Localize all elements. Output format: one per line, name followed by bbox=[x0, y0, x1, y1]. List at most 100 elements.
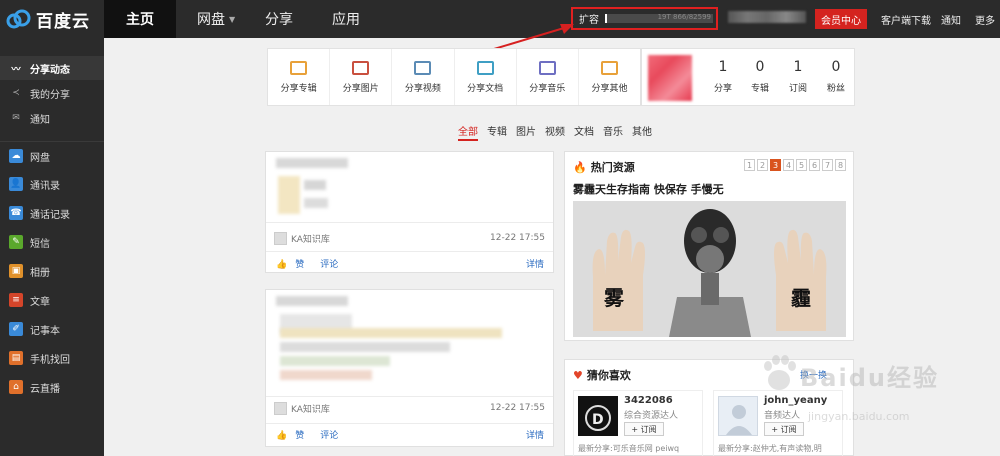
sidebar-item-activity[interactable]: 〰 分享动态 bbox=[0, 56, 104, 80]
svg-text:D: D bbox=[592, 412, 604, 428]
detail-link[interactable]: 详情 bbox=[526, 257, 544, 270]
share-music-button[interactable]: 分享音乐 bbox=[517, 49, 579, 105]
sidebar-item-label: 手机找回 bbox=[30, 354, 70, 366]
blurred-title bbox=[276, 296, 348, 306]
chevron-down-icon: ▼ bbox=[229, 14, 236, 24]
tab-other[interactable]: 其他 bbox=[632, 123, 652, 141]
sidebar-item-contacts[interactable]: 👤 通讯录 bbox=[0, 172, 104, 196]
share-type-label: 分享其他 bbox=[591, 83, 628, 94]
sms-icon: ✎ bbox=[9, 235, 23, 249]
stat-label: 分享 bbox=[713, 84, 732, 94]
hot-headline[interactable]: 雾霾天生存指南 快保存 手慢无 bbox=[573, 181, 724, 197]
filter-tabs: 全部 专辑 图片 视频 文档 音乐 其他 bbox=[458, 123, 661, 141]
stat-shares[interactable]: 1 分享 bbox=[704, 59, 742, 94]
rec-name[interactable]: 3422086 bbox=[624, 395, 673, 406]
share-other-button[interactable]: 分享其他 bbox=[579, 49, 640, 105]
stat-label: 粉丝 bbox=[826, 84, 845, 94]
sidebar-item-photos[interactable]: ▣ 相册 bbox=[0, 259, 104, 283]
nav-apps[interactable]: 应用 bbox=[332, 0, 360, 38]
share-document-button[interactable]: 分享文档 bbox=[455, 49, 517, 105]
notify-link[interactable]: 通知 bbox=[941, 0, 961, 38]
card-author[interactable]: KA知识库 bbox=[274, 231, 330, 245]
tab-document[interactable]: 文档 bbox=[574, 123, 594, 141]
logo[interactable]: 百度云 bbox=[6, 6, 90, 32]
share-type-label: 分享图片 bbox=[342, 83, 379, 94]
quota-expand[interactable]: 扩容 19T 866/82599 bbox=[571, 7, 718, 30]
sidebar-item-netdisk[interactable]: ☁ 网盘 bbox=[0, 144, 104, 168]
tab-music[interactable]: 音乐 bbox=[603, 123, 623, 141]
share-type-label: 分享文档 bbox=[467, 83, 504, 94]
guess-title: 猜你喜欢 bbox=[586, 369, 631, 382]
blurred-text bbox=[280, 342, 450, 352]
share-album-button[interactable]: 分享专辑 bbox=[268, 49, 331, 105]
blurred-title bbox=[276, 158, 348, 168]
page-button[interactable]: 7 bbox=[822, 159, 833, 171]
tab-all[interactable]: 全部 bbox=[458, 123, 478, 141]
comment-button[interactable]: 评论 bbox=[320, 257, 338, 270]
like-label: 赞 bbox=[295, 260, 305, 270]
recommend-card[interactable]: D 3422086 综合资源达人 + 订阅 最新分享:可乐音乐网 peiwq bbox=[573, 390, 703, 456]
share-type-label: 分享音乐 bbox=[529, 83, 566, 94]
page-button[interactable]: 5 bbox=[796, 159, 807, 171]
sidebar-item-my-share[interactable]: ≺ 我的分享 bbox=[0, 81, 104, 105]
page-button[interactable]: 8 bbox=[835, 159, 846, 171]
hot-pager: 1 2 3 4 5 6 7 8 bbox=[742, 159, 846, 171]
picture-icon bbox=[352, 60, 370, 75]
live-icon: ⌂ bbox=[9, 380, 23, 394]
tab-video[interactable]: 视频 bbox=[545, 123, 565, 141]
sidebar-item-calls[interactable]: ☎ 通话记录 bbox=[0, 201, 104, 225]
username-blurred[interactable] bbox=[728, 11, 806, 23]
sidebar-item-sms[interactable]: ✎ 短信 bbox=[0, 230, 104, 254]
stat-albums[interactable]: 0 专辑 bbox=[741, 59, 779, 94]
stat-subscriptions[interactable]: 1 订阅 bbox=[779, 59, 817, 94]
sidebar-item-live[interactable]: ⌂ 云直播 bbox=[0, 375, 104, 399]
sidebar-item-label: 短信 bbox=[30, 238, 50, 250]
nav-share[interactable]: 分享 bbox=[265, 0, 293, 38]
more-link[interactable]: 更多 bbox=[975, 0, 995, 38]
like-button[interactable]: 👍 赞 bbox=[276, 257, 312, 270]
card-actions: 👍 赞 评论 bbox=[276, 257, 346, 270]
subscribe-button[interactable]: + 订阅 bbox=[624, 422, 664, 436]
stat-fans[interactable]: 0 粉丝 bbox=[817, 59, 855, 94]
stat-label: 订阅 bbox=[788, 84, 807, 94]
nav-netdisk[interactable]: 网盘 ▼ bbox=[197, 0, 235, 38]
tab-album[interactable]: 专辑 bbox=[487, 123, 507, 141]
sidebar-item-notify[interactable]: ✉ 通知 bbox=[0, 106, 104, 130]
card-author[interactable]: KA知识库 bbox=[274, 401, 330, 415]
page-button[interactable]: 6 bbox=[809, 159, 820, 171]
avatar[interactable] bbox=[648, 55, 692, 101]
rec-thumb bbox=[718, 396, 758, 436]
share-video-button[interactable]: 分享视频 bbox=[392, 49, 455, 105]
page-button[interactable]: 4 bbox=[783, 159, 794, 171]
detail-link[interactable]: 详情 bbox=[526, 428, 544, 441]
stat-value: 0 bbox=[755, 59, 765, 75]
nav-home[interactable]: 主页 bbox=[104, 0, 176, 38]
panel-title: 🔥 热门资源 bbox=[573, 159, 635, 175]
sidebar-item-articles[interactable]: ≡ 文章 bbox=[0, 288, 104, 312]
card-divider bbox=[266, 396, 553, 397]
sidebar-item-find-phone[interactable]: ▤ 手机找回 bbox=[0, 346, 104, 370]
share-picture-button[interactable]: 分享图片 bbox=[330, 49, 393, 105]
blurred-text bbox=[280, 328, 502, 338]
comment-button[interactable]: 评论 bbox=[320, 428, 338, 441]
sidebar-divider bbox=[0, 141, 104, 142]
like-button[interactable]: 👍 赞 bbox=[276, 428, 312, 441]
vip-center-button[interactable]: 会员中心 bbox=[815, 9, 867, 29]
share-type-label: 分享视频 bbox=[404, 83, 441, 94]
page-button[interactable]: 1 bbox=[744, 159, 755, 171]
client-download-link[interactable]: 客户端下载 bbox=[881, 0, 931, 38]
blurred-text bbox=[280, 370, 372, 380]
page-button-active[interactable]: 3 bbox=[770, 159, 781, 171]
sidebar-item-notepad[interactable]: ✐ 记事本 bbox=[0, 317, 104, 341]
watermark-text: Baidu经验 bbox=[800, 364, 939, 392]
sidebar-item-label: 文章 bbox=[30, 296, 50, 308]
feed-card: KA知识库 12-22 17:55 👍 赞 评论 详情 bbox=[265, 151, 554, 273]
app-name: 百度云 bbox=[36, 11, 90, 32]
tab-picture[interactable]: 图片 bbox=[516, 123, 536, 141]
quota-label: 扩容 bbox=[579, 15, 599, 26]
page-button[interactable]: 2 bbox=[757, 159, 768, 171]
video-icon bbox=[414, 60, 432, 75]
hot-image[interactable]: 雾 霾 bbox=[573, 201, 846, 337]
rec-latest: 最新分享:赵仲尤,有声读物,明 bbox=[718, 444, 822, 453]
sidebar-item-label: 分享动态 bbox=[30, 64, 70, 76]
